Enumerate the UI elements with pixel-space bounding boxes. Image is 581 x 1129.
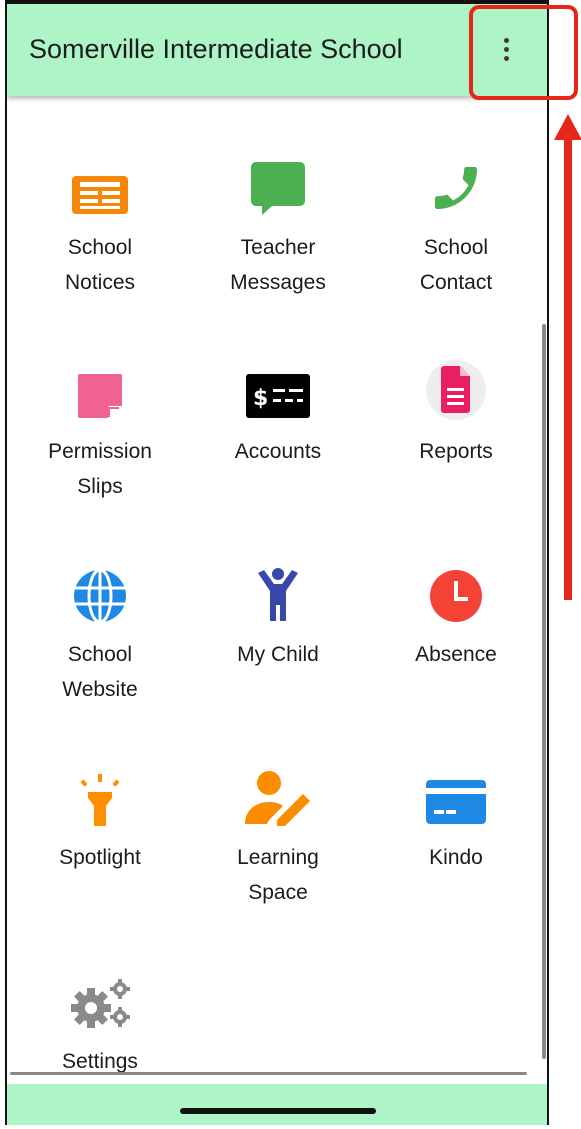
- phone-icon: [435, 167, 477, 209]
- globe-icon: [74, 569, 126, 623]
- tile-school-website[interactable]: School Website: [11, 563, 189, 707]
- child-icon: [258, 568, 298, 621]
- tile-label: My Child: [237, 643, 319, 666]
- tile-reports[interactable]: Reports: [367, 360, 545, 469]
- clock-icon: [430, 570, 482, 622]
- app-bar: Somerville Intermediate School: [7, 4, 547, 96]
- newspaper-icon: [72, 176, 128, 214]
- content-divider: [10, 1072, 527, 1075]
- tile-permission-slips[interactable]: Permission Slips: [11, 360, 189, 504]
- tile-label: School Website: [62, 643, 138, 701]
- sticky-note-icon: [78, 374, 122, 418]
- gears-icon: [71, 979, 130, 1028]
- tile-label: Absence: [415, 643, 497, 666]
- tile-school-notices[interactable]: School Notices: [11, 156, 189, 300]
- menu-highlight-box: [469, 5, 578, 100]
- money-bill-icon: $: [246, 374, 310, 418]
- tile-label: School Notices: [64, 236, 136, 294]
- tile-learning-space[interactable]: Learning Space: [189, 766, 367, 910]
- app-title: Somerville Intermediate School: [29, 34, 403, 64]
- tile-settings[interactable]: Settings: [11, 970, 189, 1079]
- tile-label: Learning Space: [237, 846, 319, 904]
- tile-my-child[interactable]: My Child: [189, 563, 367, 672]
- tile-kindo[interactable]: Kindo: [367, 766, 545, 875]
- system-nav-bar: [7, 1084, 547, 1125]
- tile-label: School Contact: [419, 236, 493, 294]
- credit-card-icon: [426, 780, 486, 824]
- tile-spotlight[interactable]: Spotlight: [11, 766, 189, 875]
- tile-label: Permission Slips: [48, 440, 152, 498]
- document-icon: [426, 360, 486, 420]
- tile-grid: School Notices Teacher Messages School C…: [7, 96, 543, 1096]
- tile-label: Spotlight: [59, 846, 141, 869]
- flashlight-icon: [80, 774, 120, 826]
- tile-school-contact[interactable]: School Contact: [367, 156, 545, 300]
- home-gesture-bar[interactable]: [180, 1108, 376, 1114]
- tile-absence[interactable]: Absence: [367, 563, 545, 672]
- svg-text:$: $: [253, 386, 268, 411]
- person-edit-icon: [245, 771, 310, 826]
- pointer-arrow: [554, 114, 581, 600]
- tile-label: Kindo: [429, 846, 483, 869]
- app-screen: Somerville Intermediate School School No…: [5, 4, 549, 1125]
- tile-label: Reports: [419, 440, 493, 463]
- tile-teacher-messages[interactable]: Teacher Messages: [189, 156, 367, 300]
- tile-label: Accounts: [234, 440, 322, 463]
- tile-accounts[interactable]: $ Accounts: [189, 360, 367, 469]
- tile-label: Teacher Messages: [230, 236, 326, 294]
- chat-bubble-icon: [251, 162, 305, 215]
